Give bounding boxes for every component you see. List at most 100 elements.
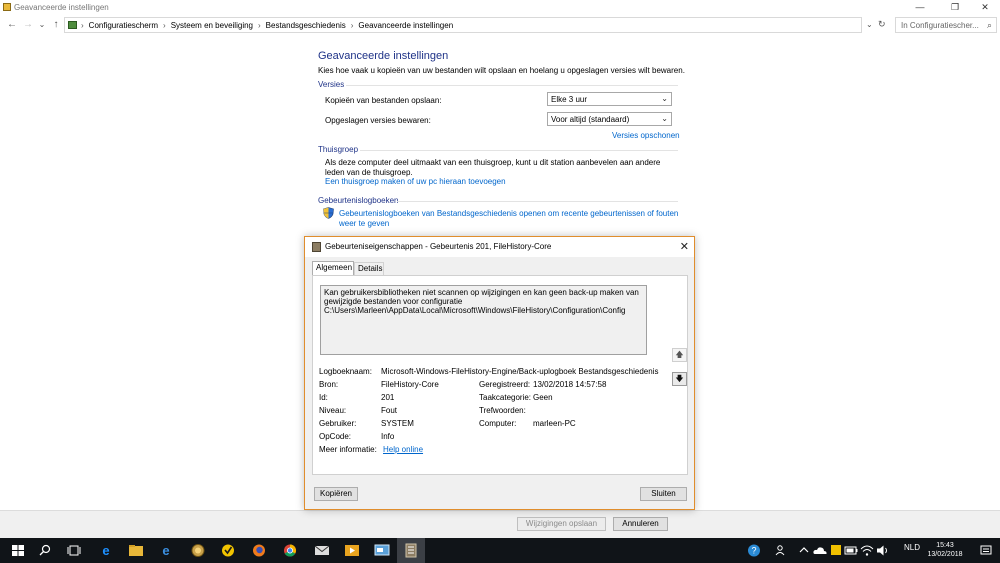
section-heading-homegroup: Thuisgroep [318,145,359,154]
up-icon[interactable]: ↑ [50,18,62,32]
address-field[interactable]: › Configuratiescherm › Systeem en beveil… [64,17,862,33]
media-player-icon[interactable] [344,543,360,558]
recent-locations-icon[interactable]: ⌄ [36,18,48,32]
footer-bar [0,510,1000,538]
breadcrumb-separator: › [81,21,84,30]
clock-time: 15:43 [936,542,954,549]
dialog-titlebar: Gebeurteniseigenschappen - Gebeurtenis 2… [305,237,694,257]
cleanup-versions-link[interactable]: Versies opschonen [612,131,680,140]
source-value: FileHistory-Core [381,380,439,389]
keywords-label: Trefwoorden: [479,406,526,415]
windows-start-icon[interactable] [10,543,26,558]
notifications-icon[interactable] [978,543,994,558]
taskbar-clock[interactable]: 15:43 13/02/2018 [924,541,966,559]
people-icon[interactable] [774,543,790,558]
mail-icon[interactable] [314,543,330,558]
help-icon[interactable]: ? [746,543,762,558]
network-icon[interactable] [859,543,875,558]
breadcrumb-separator: › [163,21,166,30]
breadcrumb-item[interactable]: Geavanceerde instellingen [358,21,453,30]
close-button[interactable]: ✕ [970,0,1000,15]
log-name-value: Microsoft-Windows-FileHistory-Engine/Bac… [381,367,659,376]
shield-icon [323,207,334,219]
computer-value: marleen-PC [533,419,576,428]
minimize-button[interactable]: — [905,0,935,15]
language-indicator[interactable]: NLD [904,543,920,552]
section-divider [360,150,678,151]
page-description: Kies hoe vaak u kopieën van uw bestanden… [318,66,685,75]
event-properties-dialog: Gebeurteniseigenschappen - Gebeurtenis 2… [304,236,695,510]
dialog-close-icon[interactable]: ✕ [680,240,689,253]
user-value: SYSTEM [381,419,414,428]
event-message[interactable]: Kan gebruikersbibliotheken niet scannen … [320,285,647,355]
app-icon-orange[interactable] [190,543,206,558]
window-titlebar: Geavanceerde instellingen — ❐ ✕ [0,0,1000,15]
volume-icon[interactable] [875,543,891,558]
log-name-label: Logboeknaam: [319,367,372,376]
homegroup-text: Als deze computer deel uitmaakt van een … [325,158,661,177]
firefox-icon[interactable] [251,543,267,558]
more-info-label: Meer informatie: [319,445,377,454]
breadcrumb-separator: › [258,21,261,30]
tab-details[interactable]: Details [354,262,384,275]
security-tray-icon[interactable] [828,543,844,558]
edge-icon[interactable]: e [98,543,114,558]
section-heading-eventlogs: Gebeurtenislogboeken [318,196,399,205]
tab-general[interactable]: Algemeen [312,261,354,275]
search-input[interactable]: In Configuratiescher... ⌕ [895,17,997,33]
keep-versions-select[interactable]: Voor altijd (standaard) ⌄ [547,112,672,126]
tab-panel-general: Kan gebruikersbibliotheken niet scannen … [312,275,688,475]
dialog-close-button[interactable]: Sluiten [640,487,687,501]
search-icon[interactable] [37,543,53,558]
eventlogs-link[interactable]: Gebeurtenislogboeken van Bestandsgeschie… [339,209,679,229]
breadcrumb-item[interactable]: Bestandsgeschiedenis [266,21,346,30]
logged-value: 13/02/2018 14:57:58 [533,380,607,389]
battery-icon[interactable] [843,543,859,558]
breadcrumb-item[interactable]: Systeem en beveiliging [171,21,253,30]
next-event-button[interactable]: 🡇 [672,372,687,386]
page-title: Geavanceerde instellingen [318,50,449,62]
chevron-down-icon[interactable]: ⌄ [866,20,873,29]
internet-explorer-icon[interactable]: e [158,543,174,558]
source-label: Bron: [319,380,339,389]
back-icon[interactable]: ← [6,18,18,32]
chevron-down-icon: ⌄ [661,114,668,123]
copies-frequency-select[interactable]: Elke 3 uur ⌄ [547,92,672,106]
event-viewer-icon [312,242,321,252]
homegroup-link[interactable]: Een thuisgroep maken of uw pc hieraan to… [325,177,675,187]
breadcrumb-separator: › [350,21,354,30]
computer-label: Computer: [479,419,517,428]
copies-label: Kopieën van bestanden opslaan: [325,96,442,105]
breadcrumb: › Configuratiescherm › Systeem en beveil… [81,21,453,30]
control-panel-icon[interactable] [374,543,390,558]
task-view-icon[interactable] [66,543,82,558]
copy-button[interactable]: Kopiëren [314,487,358,501]
file-explorer-icon[interactable] [128,543,144,558]
previous-event-button[interactable]: 🡅 [672,348,687,362]
task-category-value: Geen [533,393,553,402]
chevron-up-icon[interactable] [796,543,812,558]
maximize-button[interactable]: ❐ [940,0,970,15]
forward-icon[interactable]: → [22,18,34,32]
help-online-link[interactable]: Help online [383,445,423,454]
svg-text:?: ? [751,546,756,556]
event-viewer-icon[interactable] [403,543,419,558]
chrome-icon[interactable] [282,543,298,558]
search-icon[interactable]: ⌕ [987,20,992,31]
refresh-icon[interactable]: ↻ [878,19,886,30]
breadcrumb-item[interactable]: Configuratiescherm [89,21,158,30]
section-heading-versions: Versies [318,80,345,89]
opcode-value: Info [381,432,395,441]
norton-icon[interactable] [220,543,236,558]
section-divider [397,201,678,202]
level-label: Niveau: [319,406,347,415]
address-bar-row: ← → ⌄ ↑ › Configuratiescherm › Systeem e… [0,15,1000,35]
save-changes-button[interactable]: Wijzigingen opslaan [517,517,606,531]
id-value: 201 [381,393,395,402]
copies-frequency-value: Elke 3 uur [551,95,588,104]
clock-date: 13/02/2018 [927,551,963,558]
id-label: Id: [319,393,328,402]
opcode-label: OpCode: [319,432,352,441]
cancel-button[interactable]: Annuleren [613,517,668,531]
onedrive-icon[interactable] [812,543,828,558]
